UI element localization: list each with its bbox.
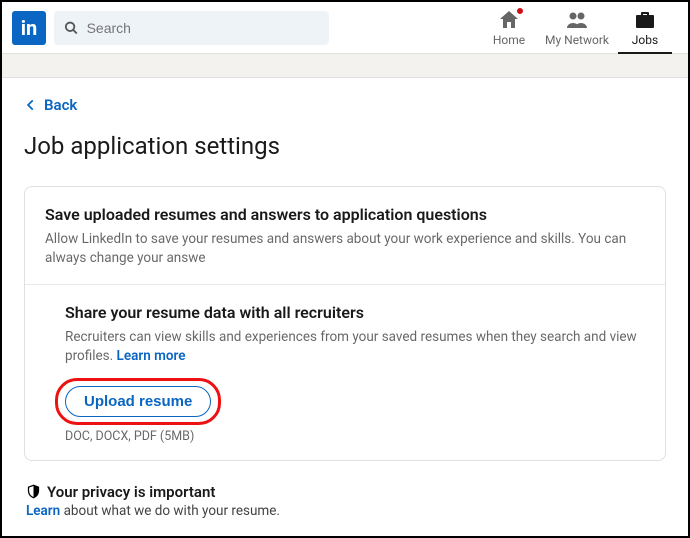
nav-jobs[interactable]: Jobs	[612, 2, 678, 54]
page-title: Job application settings	[24, 132, 666, 160]
nav-items: Home My Network Jobs	[476, 2, 678, 54]
section-save-title: Save uploaded resumes and answers to app…	[45, 205, 645, 224]
section-save-desc: Allow LinkedIn to save your resumes and …	[45, 230, 645, 268]
linkedin-logo[interactable]: in	[12, 11, 46, 45]
settings-card: Save uploaded resumes and answers to app…	[24, 186, 666, 461]
nav-jobs-label: Jobs	[632, 33, 658, 47]
section-save-resumes: Save uploaded resumes and answers to app…	[25, 187, 665, 284]
shield-icon	[26, 484, 41, 499]
file-format-hint: DOC, DOCX, PDF (5MB)	[65, 429, 645, 444]
section-share-desc: Recruiters can view skills and experienc…	[65, 328, 645, 366]
privacy-desc: Learn about what we do with your resume.	[26, 503, 664, 519]
chevron-left-icon	[24, 98, 38, 112]
search-input[interactable]	[87, 20, 319, 36]
privacy-title: Your privacy is important	[26, 483, 664, 501]
privacy-block: Your privacy is important Learn about wh…	[24, 483, 666, 519]
people-icon	[565, 8, 589, 32]
nav-home[interactable]: Home	[476, 2, 542, 54]
notification-badge	[515, 6, 525, 16]
search-icon	[64, 20, 79, 36]
learn-more-link[interactable]: Learn more	[117, 348, 186, 364]
global-header: in Home My Network Jobs	[2, 2, 688, 54]
nav-network[interactable]: My Network	[544, 2, 610, 54]
briefcase-icon	[633, 8, 657, 32]
privacy-learn-link[interactable]: Learn	[26, 503, 60, 519]
sub-header-strip	[2, 54, 688, 78]
back-link[interactable]: Back	[24, 96, 77, 114]
search-box[interactable]	[54, 11, 329, 45]
back-label: Back	[44, 96, 77, 114]
nav-network-label: My Network	[545, 33, 609, 47]
upload-resume-button[interactable]: Upload resume	[65, 386, 211, 417]
main-content: Back Job application settings Save uploa…	[2, 78, 688, 519]
section-share-title: Share your resume data with all recruite…	[65, 303, 645, 322]
section-share-resume: Share your resume data with all recruite…	[25, 284, 665, 460]
nav-home-label: Home	[493, 33, 525, 47]
